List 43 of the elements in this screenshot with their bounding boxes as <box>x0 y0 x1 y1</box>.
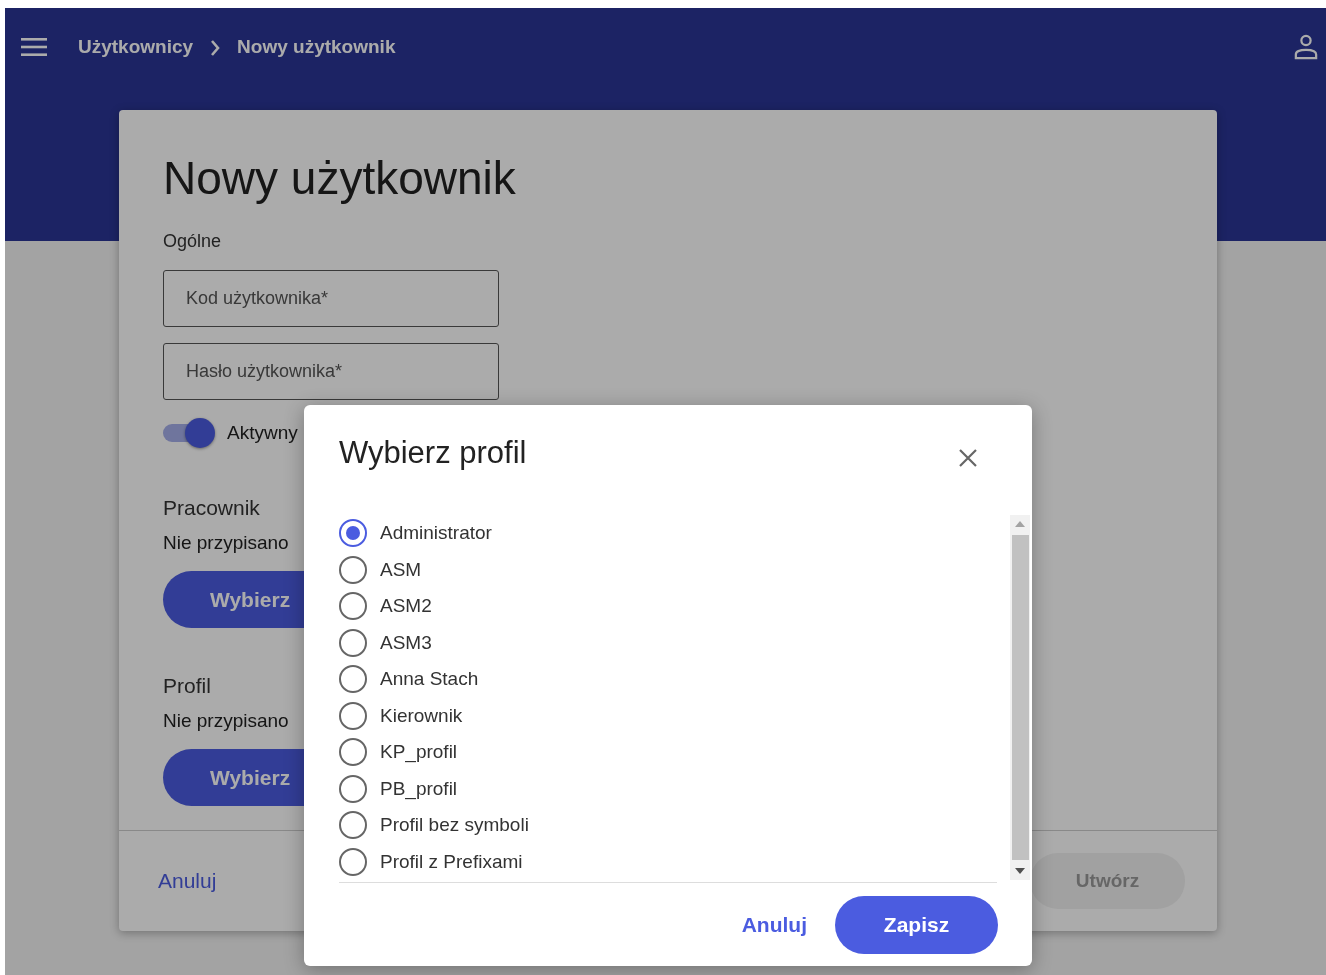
toggle-label: Aktywny <box>227 422 298 444</box>
scroll-down-icon[interactable] <box>1015 868 1025 874</box>
cancel-link[interactable]: Anuluj <box>158 869 217 893</box>
radio-button[interactable] <box>339 519 367 548</box>
radio-button[interactable] <box>339 811 367 840</box>
radio-button[interactable] <box>339 701 367 730</box>
close-icon[interactable] <box>958 448 978 468</box>
input-field[interactable]: Hasło użytkownika* <box>163 343 499 400</box>
radio-button[interactable] <box>339 665 367 694</box>
option-label: ASM3 <box>380 631 432 654</box>
radio-button[interactable] <box>339 628 367 657</box>
input-field[interactable]: Kod użytkownika* <box>163 270 499 327</box>
cancel-link[interactable]: Anuluj <box>741 913 807 937</box>
breadcrumb-current: Nowy użytkownik <box>237 36 396 58</box>
group-value: Nie przypisano <box>163 709 289 733</box>
section-label: Ogólne <box>163 230 222 253</box>
scrollbar[interactable] <box>1010 515 1030 880</box>
option-label: PB_profil <box>380 777 458 800</box>
breadcrumb-link[interactable]: Użytkownicy <box>78 36 194 58</box>
option-label: Administrator <box>380 522 492 545</box>
group-value: Nie przypisano <box>163 531 289 555</box>
toggle-switch[interactable] <box>163 418 215 448</box>
radio-button[interactable] <box>339 774 367 803</box>
option-label: Profil bez symboli <box>380 814 529 837</box>
option-label: ASM2 <box>380 595 432 618</box>
radio-button[interactable] <box>339 738 367 767</box>
option-label: Anna Stach <box>380 668 479 691</box>
chevron-icon <box>210 40 221 56</box>
radio-button[interactable] <box>339 847 367 876</box>
radio-button[interactable] <box>339 555 367 584</box>
save-button[interactable]: Zapisz <box>835 896 998 954</box>
option-label: ASM <box>380 558 422 581</box>
group-title: Pracownik <box>163 495 260 521</box>
page-title: Nowy użytkownik <box>163 151 516 206</box>
user-icon[interactable] <box>1294 34 1318 60</box>
group-title: Profil <box>163 673 211 699</box>
dialog-title: Wybierz profil <box>339 435 527 471</box>
scrollbar-thumb[interactable] <box>1011 535 1029 860</box>
menu-icon[interactable] <box>21 38 47 56</box>
option-label: KP_profil <box>380 741 458 764</box>
option-label: Kierownik <box>380 704 463 727</box>
radio-button[interactable] <box>339 592 367 621</box>
option-label: Profil z Prefixami <box>380 850 523 873</box>
